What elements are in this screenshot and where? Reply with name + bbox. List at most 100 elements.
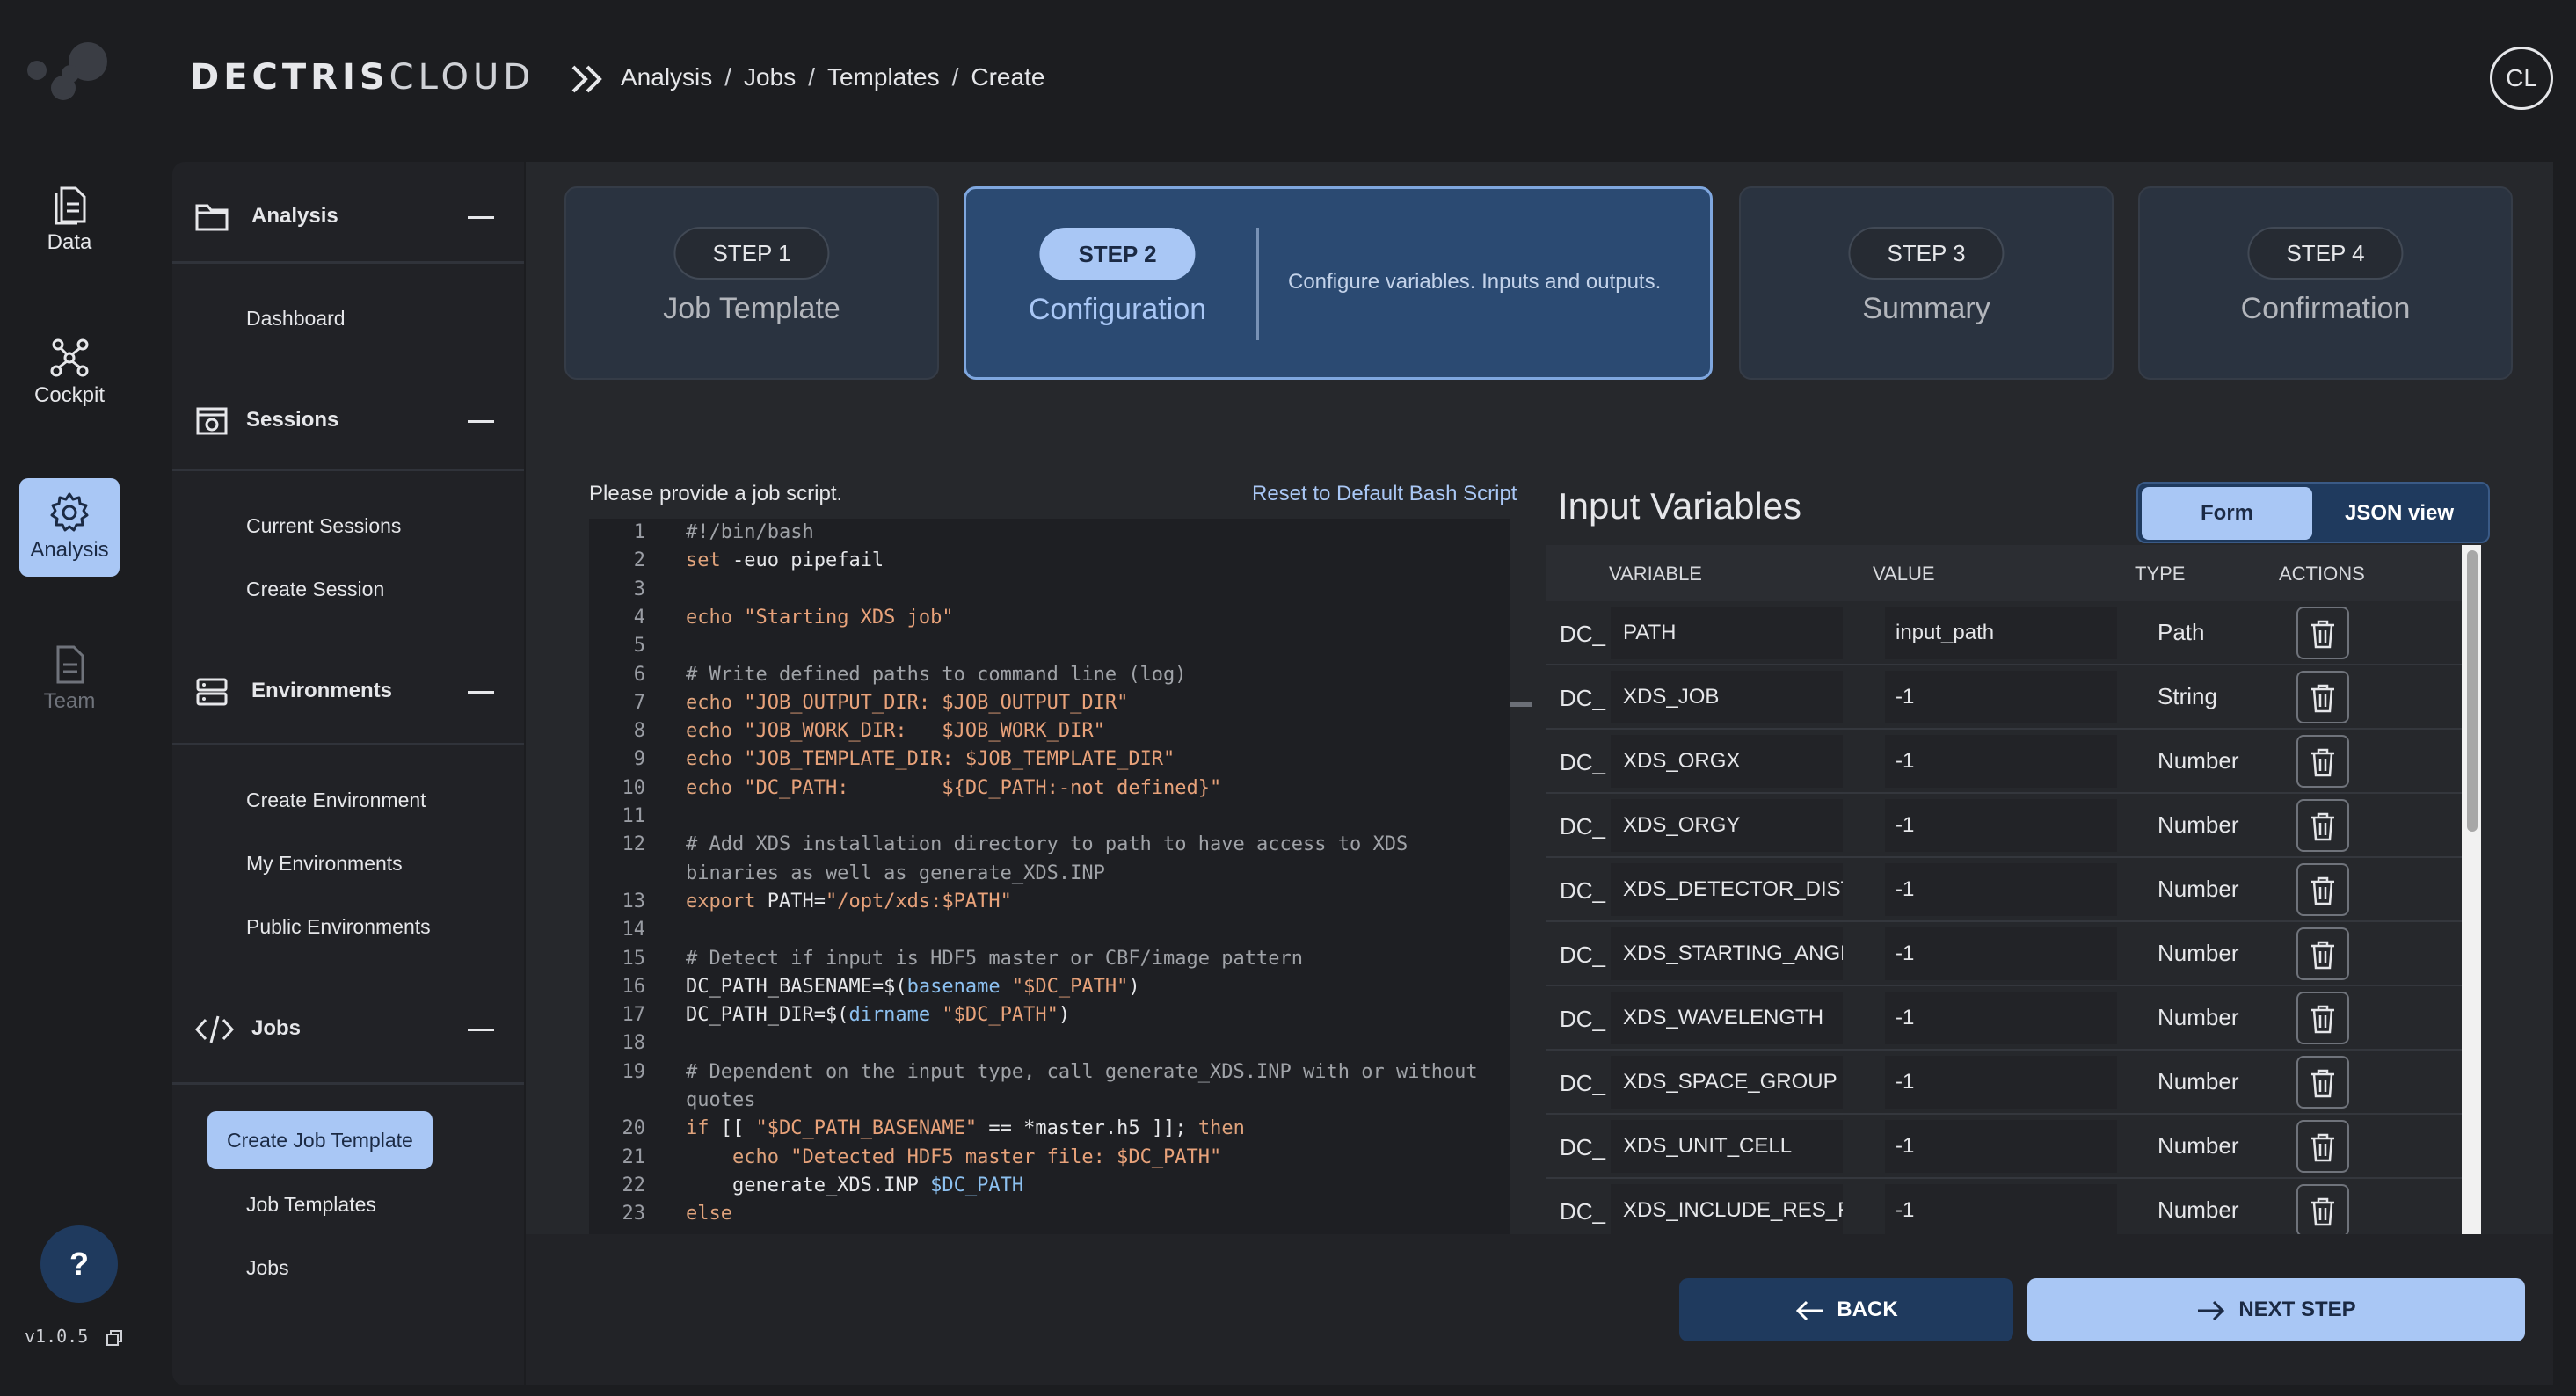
collapse-icon[interactable]: [468, 1029, 494, 1031]
line-number: 20: [622, 1117, 646, 1140]
variable-type[interactable]: Number: [2158, 1004, 2238, 1031]
collapse-icon[interactable]: [468, 691, 494, 694]
variable-name-input[interactable]: XDS_ORGY: [1611, 799, 1843, 852]
variable-value-input[interactable]: -1: [1885, 671, 2117, 723]
table-row: DC_ XDS_JOB -1 String: [1546, 665, 2462, 730]
variable-value-input[interactable]: -1: [1885, 735, 2117, 788]
delete-variable-button[interactable]: [2296, 671, 2349, 723]
variable-name-input[interactable]: XDS_JOB: [1611, 671, 1843, 723]
rail-item-analysis[interactable]: Analysis: [19, 478, 120, 577]
nav-link-create-job-template[interactable]: Create Job Template: [207, 1111, 433, 1169]
variable-value-input[interactable]: -1: [1885, 1120, 2117, 1173]
copy-icon[interactable]: [106, 1329, 123, 1347]
delete-variable-button[interactable]: [2296, 992, 2349, 1044]
folder-icon: [195, 204, 229, 231]
variable-value-input[interactable]: -1: [1885, 863, 2117, 916]
variable-prefix: DC_: [1560, 1134, 1606, 1160]
code-line: binaries as well as generate_XDS.INP: [589, 860, 1510, 888]
variable-type[interactable]: Number: [2158, 940, 2238, 967]
line-number: 5: [633, 635, 645, 658]
help-button[interactable]: ?: [40, 1225, 118, 1303]
delete-variable-button[interactable]: [2296, 1120, 2349, 1173]
variable-value-input[interactable]: -1: [1885, 1184, 2117, 1234]
code-token: echo: [686, 691, 732, 714]
nav-link-current-sessions[interactable]: Current Sessions: [227, 499, 420, 552]
variable-value-input[interactable]: input_path: [1885, 607, 2117, 659]
breadcrumb-jobs[interactable]: Jobs: [744, 63, 796, 91]
nav-link-public-environments[interactable]: Public Environments: [227, 900, 450, 953]
code-line: 18: [589, 1029, 1510, 1058]
resize-handle[interactable]: [1510, 702, 1532, 707]
trash-icon: [2311, 1069, 2334, 1098]
variable-type[interactable]: Path: [2158, 619, 2205, 646]
variable-value-input[interactable]: -1: [1885, 1056, 2117, 1109]
nav-section-environments[interactable]: Environments: [172, 636, 524, 745]
table-row: DC_ XDS_UNIT_CELL -1 Number: [1546, 1115, 2462, 1179]
step-4[interactable]: STEP 4 Confirmation: [2138, 186, 2513, 380]
breadcrumb-templates[interactable]: Templates: [827, 63, 940, 91]
nav-section-sessions[interactable]: Sessions: [172, 366, 524, 471]
variable-name-input[interactable]: XDS_INCLUDE_RES_RA: [1611, 1184, 1843, 1234]
user-avatar[interactable]: CL: [2490, 47, 2553, 110]
variable-name-input[interactable]: XDS_ORGX: [1611, 735, 1843, 788]
breadcrumb-analysis[interactable]: Analysis: [621, 63, 712, 91]
code-text: quotes: [686, 1087, 755, 1115]
delete-variable-button[interactable]: [2296, 735, 2349, 788]
nav-link-dashboard[interactable]: Dashboard: [227, 292, 365, 345]
column-header-actions: ACTIONS: [2279, 563, 2365, 585]
variable-name-input[interactable]: XDS_WAVELENGTH: [1611, 992, 1843, 1044]
rail-item-label: Team: [43, 689, 96, 713]
variable-name-input[interactable]: XDS_SPACE_GROUP: [1611, 1056, 1843, 1109]
nav-link-create-environment[interactable]: Create Environment: [227, 774, 446, 826]
reset-script-link[interactable]: Reset to Default Bash Script: [1252, 482, 1517, 506]
delete-variable-button[interactable]: [2296, 799, 2349, 852]
step-1[interactable]: STEP 1 Job Template: [564, 186, 939, 380]
collapse-icon[interactable]: [468, 216, 494, 219]
nav-section-analysis[interactable]: Analysis: [172, 162, 524, 264]
rail-item-data[interactable]: Data: [19, 171, 120, 269]
variable-type[interactable]: Number: [2158, 747, 2238, 774]
json-view-button[interactable]: JSON view: [2314, 487, 2485, 540]
variable-value-input[interactable]: -1: [1885, 799, 2117, 852]
variable-type[interactable]: Number: [2158, 1196, 2238, 1224]
variable-type[interactable]: Number: [2158, 1132, 2238, 1160]
code-token: "JOB_WORK_DIR: $JOB_WORK_DIR": [731, 720, 1105, 743]
code-token: #!/bin/bash: [686, 521, 814, 543]
next-step-button[interactable]: NEXT STEP: [2027, 1278, 2525, 1341]
variable-name-input[interactable]: XDS_STARTING_ANGLE: [1611, 927, 1843, 980]
nav-link-my-environments[interactable]: My Environments: [227, 837, 422, 890]
nav-link-jobs[interactable]: Jobs: [227, 1241, 309, 1294]
variable-name-input[interactable]: XDS_UNIT_CELL: [1611, 1120, 1843, 1173]
step-3[interactable]: STEP 3 Summary: [1739, 186, 2114, 380]
version-text: v1.0.5: [25, 1326, 89, 1347]
variable-type[interactable]: Number: [2158, 1068, 2238, 1095]
back-button[interactable]: BACK: [1679, 1278, 2013, 1341]
nav-section-jobs[interactable]: Jobs: [172, 974, 524, 1085]
variable-type[interactable]: Number: [2158, 811, 2238, 839]
delete-variable-button[interactable]: [2296, 607, 2349, 659]
form-view-button[interactable]: Form: [2142, 487, 2312, 540]
code-editor[interactable]: 1 #!/bin/bash 2 set -euo pipefail 3 4 echo "St…: [589, 519, 1510, 1234]
delete-variable-button[interactable]: [2296, 1184, 2349, 1234]
brand-logo[interactable]: DECTRISCLOUD: [190, 58, 535, 97]
variable-name-input[interactable]: XDS_DETECTOR_DISTA: [1611, 863, 1843, 916]
variable-type[interactable]: Number: [2158, 876, 2238, 903]
line-number: 17: [622, 1004, 646, 1027]
table-scrollbar-thumb[interactable]: [2467, 550, 2478, 832]
brand-name: DECTRIS: [190, 57, 389, 98]
variable-value-input[interactable]: -1: [1885, 992, 2117, 1044]
variable-name-input[interactable]: PATH: [1611, 607, 1843, 659]
nav-link-job-templates[interactable]: Job Templates: [227, 1178, 396, 1231]
code-token: dirname: [848, 1004, 931, 1027]
step-2[interactable]: STEP 2 Configuration Configure variables…: [964, 186, 1713, 380]
rail-item-cockpit[interactable]: Cockpit: [19, 324, 120, 422]
delete-variable-button[interactable]: [2296, 863, 2349, 916]
variable-value-input[interactable]: -1: [1885, 927, 2117, 980]
delete-variable-button[interactable]: [2296, 927, 2349, 980]
collapse-icon[interactable]: [468, 420, 494, 423]
trash-icon: [2311, 876, 2334, 905]
code-text: if [[ "$DC_PATH_BASENAME" == *master.h5 …: [686, 1115, 1245, 1143]
nav-link-create-session[interactable]: Create Session: [227, 563, 404, 615]
variable-type[interactable]: String: [2158, 683, 2217, 710]
delete-variable-button[interactable]: [2296, 1056, 2349, 1109]
